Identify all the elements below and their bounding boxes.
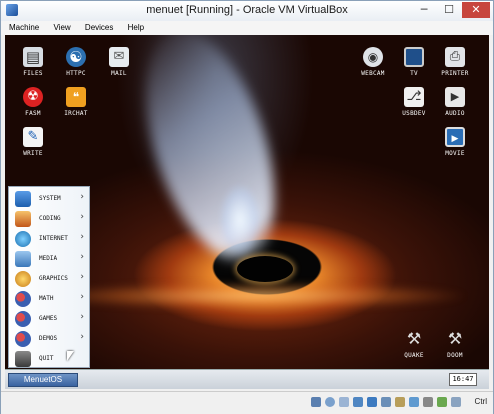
- desktop-icon-doom[interactable]: ⚒ DOOM: [433, 329, 477, 359]
- mail-icon: ✉: [109, 47, 129, 67]
- radiation-icon: ☢: [23, 87, 43, 107]
- guest-screen[interactable]: ▤ FILES ☯ HTTPC ✉ MAIL ☢ FASM ❝ IRCHAT ✎…: [5, 35, 489, 389]
- wallpaper-jet: [120, 35, 300, 277]
- hard-disk-icon[interactable]: [311, 397, 321, 407]
- desktop-icon-movie[interactable]: ▶ MOVIE: [433, 127, 477, 157]
- files-icon: ▤: [23, 47, 43, 67]
- wallpaper-accretion-disk: [45, 283, 465, 309]
- start-menu-item-math[interactable]: MATH ›: [9, 289, 89, 309]
- speaker-icon: [15, 251, 31, 267]
- globe-icon: [15, 231, 31, 247]
- desktop-icon-tv[interactable]: TV: [392, 47, 436, 77]
- audio-device-icon[interactable]: [353, 397, 363, 407]
- taskbar-clock: 16:47: [449, 373, 477, 386]
- printer-icon: ⎙: [445, 47, 465, 67]
- shared-folder-icon[interactable]: [395, 397, 405, 407]
- minimize-button[interactable]: ─: [411, 2, 437, 18]
- wallpaper-jet-glow: [220, 185, 260, 255]
- palette-icon: [15, 271, 31, 287]
- desktop-icon-irchat[interactable]: ❝ IRCHAT: [54, 87, 98, 117]
- menu-help[interactable]: Help: [122, 21, 150, 32]
- start-menu-item-demos[interactable]: DEMOS ›: [9, 329, 89, 349]
- tv-icon: [404, 47, 424, 67]
- usb-icon: ⎇: [404, 87, 424, 107]
- start-menu-item-system[interactable]: SYSTEM ›: [9, 189, 89, 209]
- chevron-right-icon: ›: [80, 332, 84, 342]
- molecule-icon: [15, 291, 31, 307]
- menu-view[interactable]: View: [47, 21, 76, 32]
- start-menu: SYSTEM › CODING › INTERNET › MEDIA › GRA…: [8, 186, 90, 368]
- desktop-icon-mail[interactable]: ✉ MAIL: [97, 47, 141, 77]
- chevron-right-icon: ›: [80, 272, 84, 282]
- start-menu-item-internet[interactable]: INTERNET ›: [9, 229, 89, 249]
- tools-icon: ⚒: [406, 329, 422, 348]
- molecule-icon: [15, 331, 31, 347]
- molecule-icon: [15, 311, 31, 327]
- start-menu-item-graphics[interactable]: GRAPHICS ›: [9, 269, 89, 289]
- network-icon[interactable]: [367, 397, 377, 407]
- mouse-pointer-icon: [67, 351, 74, 361]
- desktop-icon-printer[interactable]: ⎙ PRINTER: [433, 47, 477, 77]
- menuetos-start-button[interactable]: MenuetOS: [8, 373, 78, 387]
- chevron-right-icon: ›: [80, 292, 84, 302]
- globe-icon: ☯: [66, 47, 86, 67]
- wallpaper-black-hole: [237, 256, 293, 282]
- desktop-icon-files[interactable]: ▤ FILES: [11, 47, 55, 77]
- desktop-icon-audio[interactable]: ▶ AUDIO: [433, 87, 477, 117]
- guest-taskbar: MenuetOS 16:47: [5, 369, 489, 389]
- start-menu-item-coding[interactable]: CODING ›: [9, 209, 89, 229]
- chat-icon: ❝: [66, 87, 86, 107]
- desktop-icon-write[interactable]: ✎ WRITE: [11, 127, 55, 157]
- mouse-integration-icon[interactable]: [451, 397, 461, 407]
- audio-icon: ▶: [445, 87, 465, 107]
- write-icon: ✎: [23, 127, 43, 147]
- maximize-button[interactable]: ☐: [436, 2, 462, 18]
- virtualization-icon[interactable]: [437, 397, 447, 407]
- start-menu-item-quit[interactable]: QUIT: [9, 349, 89, 369]
- virtualbox-window: menuet [Running] - Oracle VM VirtualBox …: [0, 0, 494, 414]
- monitor-icon: [15, 191, 31, 207]
- start-menu-item-games[interactable]: GAMES ›: [9, 309, 89, 329]
- webcam-icon: ◉: [363, 47, 383, 67]
- chevron-right-icon: ›: [80, 212, 84, 222]
- display-icon[interactable]: [409, 397, 419, 407]
- title-bar: menuet [Running] - Oracle VM VirtualBox …: [1, 1, 493, 21]
- host-key-label: Ctrl: [474, 397, 487, 406]
- tools-icon: ⚒: [447, 329, 463, 348]
- vbox-status-bar: Ctrl: [1, 391, 493, 414]
- desktop-icon-fasm[interactable]: ☢ FASM: [11, 87, 55, 117]
- menu-devices[interactable]: Devices: [79, 21, 119, 32]
- menu-machine[interactable]: Machine: [1, 21, 45, 32]
- menu-bar: Machine View Devices Help: [1, 21, 493, 35]
- optical-drive-icon[interactable]: [325, 397, 335, 407]
- desktop-icon-webcam[interactable]: ◉ WEBCAM: [351, 47, 395, 77]
- movie-icon: ▶: [445, 127, 465, 147]
- desktop-icon-usbdev[interactable]: ⎇ USBDEV: [392, 87, 436, 117]
- close-button[interactable]: ✕: [462, 2, 490, 18]
- video-capture-icon[interactable]: [423, 397, 433, 407]
- power-icon: [15, 351, 31, 367]
- chevron-right-icon: ›: [80, 312, 84, 322]
- floppy-icon[interactable]: [339, 397, 349, 407]
- chevron-right-icon: ›: [80, 252, 84, 262]
- house-icon: [15, 211, 31, 227]
- desktop-icon-quake[interactable]: ⚒ QUAKE: [392, 329, 436, 359]
- usb-device-icon[interactable]: [381, 397, 391, 407]
- desktop-icon-httpc[interactable]: ☯ HTTPC: [54, 47, 98, 77]
- chevron-right-icon: ›: [80, 192, 84, 202]
- chevron-right-icon: ›: [80, 232, 84, 242]
- start-menu-item-media[interactable]: MEDIA ›: [9, 249, 89, 269]
